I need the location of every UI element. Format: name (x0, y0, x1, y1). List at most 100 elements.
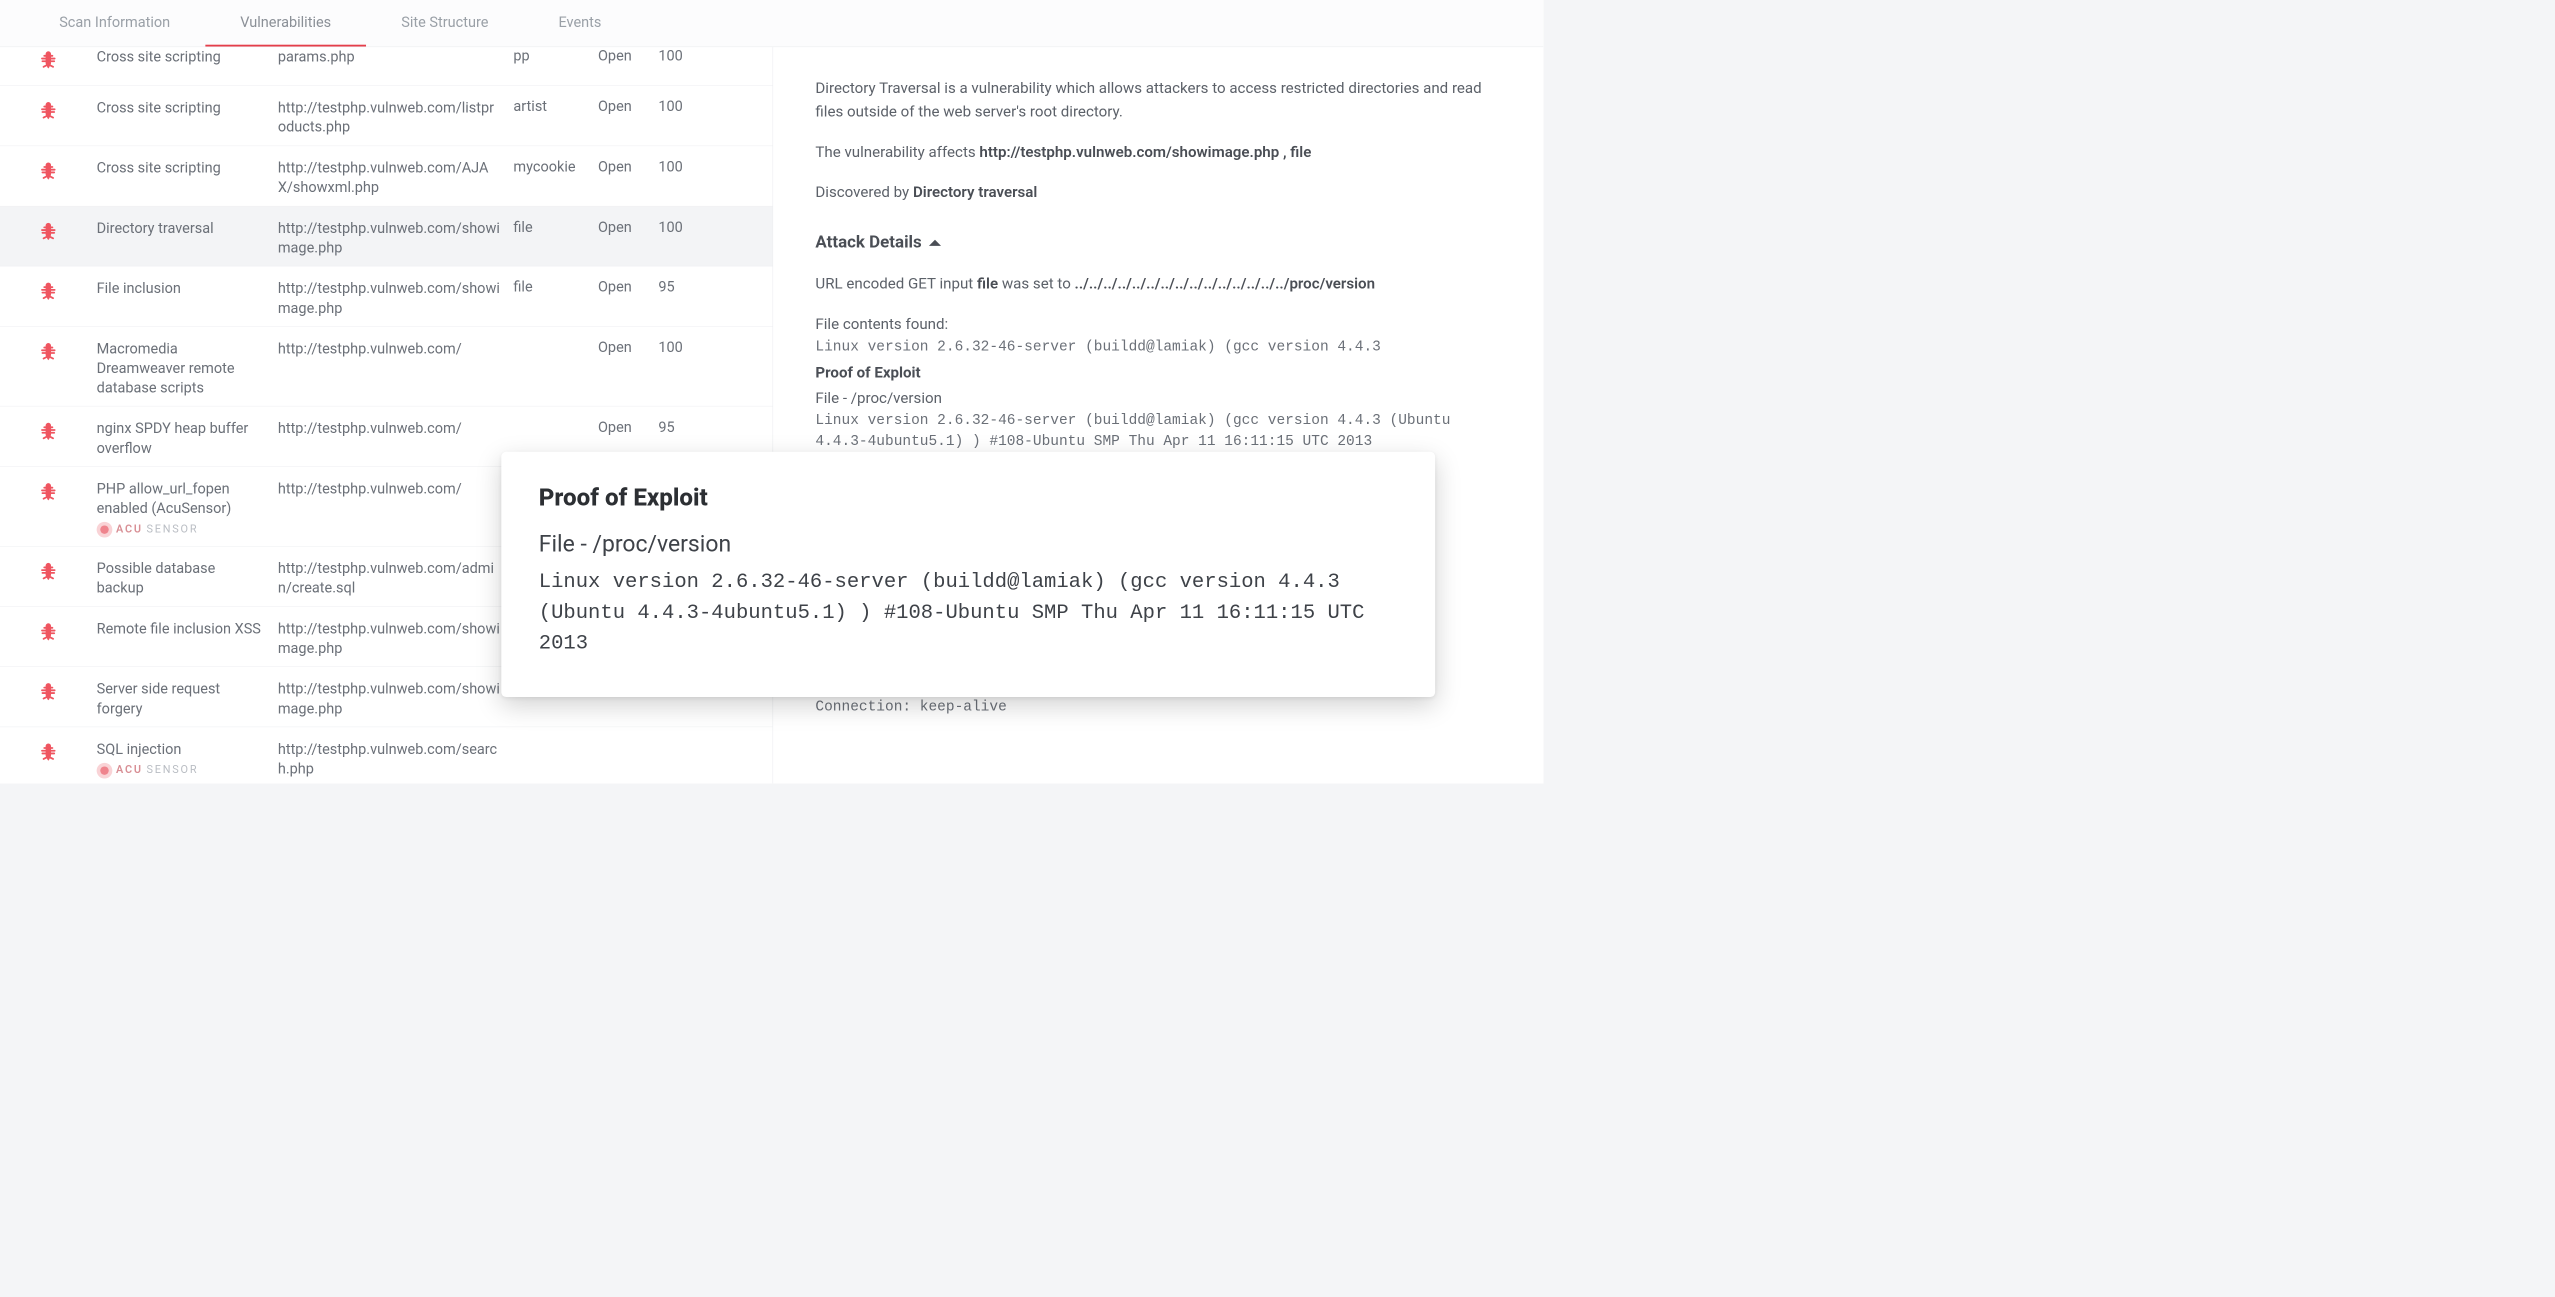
severity-cell (0, 47, 97, 71)
vulnerability-name: Remote file inclusion XSS (97, 619, 266, 639)
severity-cell (0, 676, 97, 704)
severity-cell (0, 415, 97, 443)
confidence-cell: 95 (658, 415, 706, 436)
attack-details-label: Attack Details (815, 229, 921, 255)
confidence-cell: 95 (658, 275, 706, 296)
vulnerability-name: File inclusion (97, 279, 266, 299)
vulnerability-name: PHP allow_url_fopen enabled (AcuSensor) (97, 479, 266, 518)
acusensor-emblem-icon (97, 522, 113, 538)
vulnerability-name: Cross site scripting (97, 158, 266, 178)
url-cell: http://testphp.vulnweb.com/AJAX/showxml.… (278, 154, 514, 197)
vulnerability-name-cell: Directory traversal (97, 215, 278, 238)
vulnerability-name: Cross site scripting (97, 98, 266, 118)
parameter-cell: artist (513, 94, 598, 115)
bug-icon (37, 421, 59, 443)
bug-icon (37, 281, 59, 303)
proof-of-exploit-file: File - /proc/version (815, 387, 1501, 410)
bug-icon (37, 481, 59, 503)
vulnerability-name-cell: Cross site scripting (97, 47, 278, 67)
vulnerability-name-cell: Cross site scripting (97, 94, 278, 117)
url-cell: http://testphp.vulnweb.com/listproducts.… (278, 94, 514, 137)
url-cell: http://testphp.vulnweb.com/ (278, 335, 514, 358)
parameter-cell (513, 335, 598, 339)
vulnerability-name-cell: PHP allow_url_fopen enabled (AcuSensor) A… (97, 475, 278, 537)
acusensor-badge-text-1: ACU (116, 522, 143, 537)
severity-cell (0, 555, 97, 583)
url-cell: http://testphp.vulnweb.com/admin/create.… (278, 555, 514, 598)
url-cell: http://testphp.vulnweb.com/ (278, 475, 514, 498)
severity-cell (0, 275, 97, 303)
acusensor-badge-text-2: SENSOR (146, 763, 198, 778)
vulnerability-name-cell: Server side request forgery (97, 676, 278, 719)
tab-site-structure[interactable]: Site Structure (366, 0, 523, 47)
vulnerability-name-cell: File inclusion (97, 275, 278, 298)
severity-cell (0, 154, 97, 182)
bug-icon (37, 161, 59, 183)
url-cell: http://testphp.vulnweb.com/showimage.php (278, 676, 514, 719)
vulnerability-name-cell: Possible database backup (97, 555, 278, 598)
detail-affects: The vulnerability affects http://testphp… (815, 141, 1501, 164)
vulnerability-name-cell: Cross site scripting (97, 154, 278, 177)
app-root: Scan Information Vulnerabilities Site St… (0, 0, 1543, 783)
card-title: Proof of Exploit (539, 483, 1398, 511)
file-contents-label: File contents found: (815, 314, 1501, 337)
acusensor-badge-text-1: ACU (116, 763, 143, 778)
table-row[interactable]: Cross site scripting http://testphp.vulnw… (0, 86, 773, 146)
table-row[interactable]: SQL injection ACUSENSOR http://testphp.vul… (0, 727, 773, 783)
severity-cell (0, 475, 97, 503)
parameter-cell: file (513, 215, 598, 236)
vulnerability-name: Possible database backup (97, 559, 266, 598)
url-cell: http://testphp.vulnweb.com/ (278, 415, 514, 438)
tab-bar: Scan Information Vulnerabilities Site St… (0, 0, 1543, 47)
tab-vulnerabilities[interactable]: Vulnerabilities (205, 0, 366, 47)
vulnerability-name: Macromedia Dreamweaver remote database s… (97, 339, 266, 398)
parameter-cell: mycookie (513, 154, 598, 175)
status-cell: Open (598, 335, 658, 356)
bug-icon (37, 621, 59, 643)
tab-scan-information[interactable]: Scan Information (24, 0, 205, 47)
attack-enc-mid: was set to (998, 276, 1074, 294)
confidence-cell: 100 (658, 47, 706, 64)
severity-cell (0, 94, 97, 122)
table-row[interactable]: Macromedia Dreamweaver remote database s… (0, 327, 773, 407)
status-cell: Open (598, 154, 658, 175)
parameter-cell (513, 736, 598, 740)
confidence-cell (658, 736, 706, 740)
bug-icon (37, 561, 59, 583)
vulnerability-name-cell: Macromedia Dreamweaver remote database s… (97, 335, 278, 397)
url-cell: http://testphp.vulnweb.com/search.php (278, 736, 514, 779)
bug-icon (37, 50, 59, 72)
proof-of-exploit-card: Proof of Exploit File - /proc/version Li… (501, 452, 1435, 697)
card-file-line: File - /proc/version (539, 531, 1398, 558)
vulnerability-name: Server side request forgery (97, 679, 266, 718)
attack-enc-param: file (977, 276, 998, 294)
status-cell: Open (598, 415, 658, 436)
table-row[interactable]: Cross site scripting http://testphp.vulnw… (0, 146, 773, 206)
table-row[interactable]: Directory traversalhttp://testphp.vulnwe… (0, 206, 773, 266)
attack-enc-value: ../../../../../../../../../../../../../.… (1075, 276, 1375, 294)
vulnerability-name-cell: SQL injection ACUSENSOR (97, 736, 278, 779)
status-cell: Open (598, 275, 658, 296)
status-cell (598, 736, 658, 740)
url-cell: http://testphp.vulnweb.com/showimage.php (278, 615, 514, 658)
detail-affects-target: http://testphp.vulnweb.com/showimage.php… (979, 143, 1311, 161)
parameter-cell (513, 415, 598, 419)
tab-events[interactable]: Events (523, 0, 636, 47)
status-cell: Open (598, 47, 658, 64)
confidence-cell: 100 (658, 154, 706, 175)
url-cell: params.php (278, 47, 514, 67)
severity-cell (0, 615, 97, 643)
table-row[interactable]: Cross site scriptingparams.phpppOpen100 (0, 47, 773, 86)
severity-cell (0, 215, 97, 243)
bug-icon (37, 341, 59, 363)
caret-up-icon (929, 240, 941, 246)
attack-details-header[interactable]: Attack Details (815, 229, 1501, 255)
status-cell: Open (598, 215, 658, 236)
vulnerability-name-cell: Remote file inclusion XSS (97, 615, 278, 638)
detail-description: Directory Traversal is a vulnerability w… (815, 77, 1501, 124)
detail-discovered-name: Directory traversal (913, 184, 1037, 202)
attack-input-line: URL encoded GET input file was set to ..… (815, 273, 1501, 296)
status-cell: Open (598, 94, 658, 115)
table-row[interactable]: File inclusionhttp://testphp.vulnweb.com… (0, 267, 773, 327)
vulnerability-name: SQL injection (97, 739, 266, 759)
